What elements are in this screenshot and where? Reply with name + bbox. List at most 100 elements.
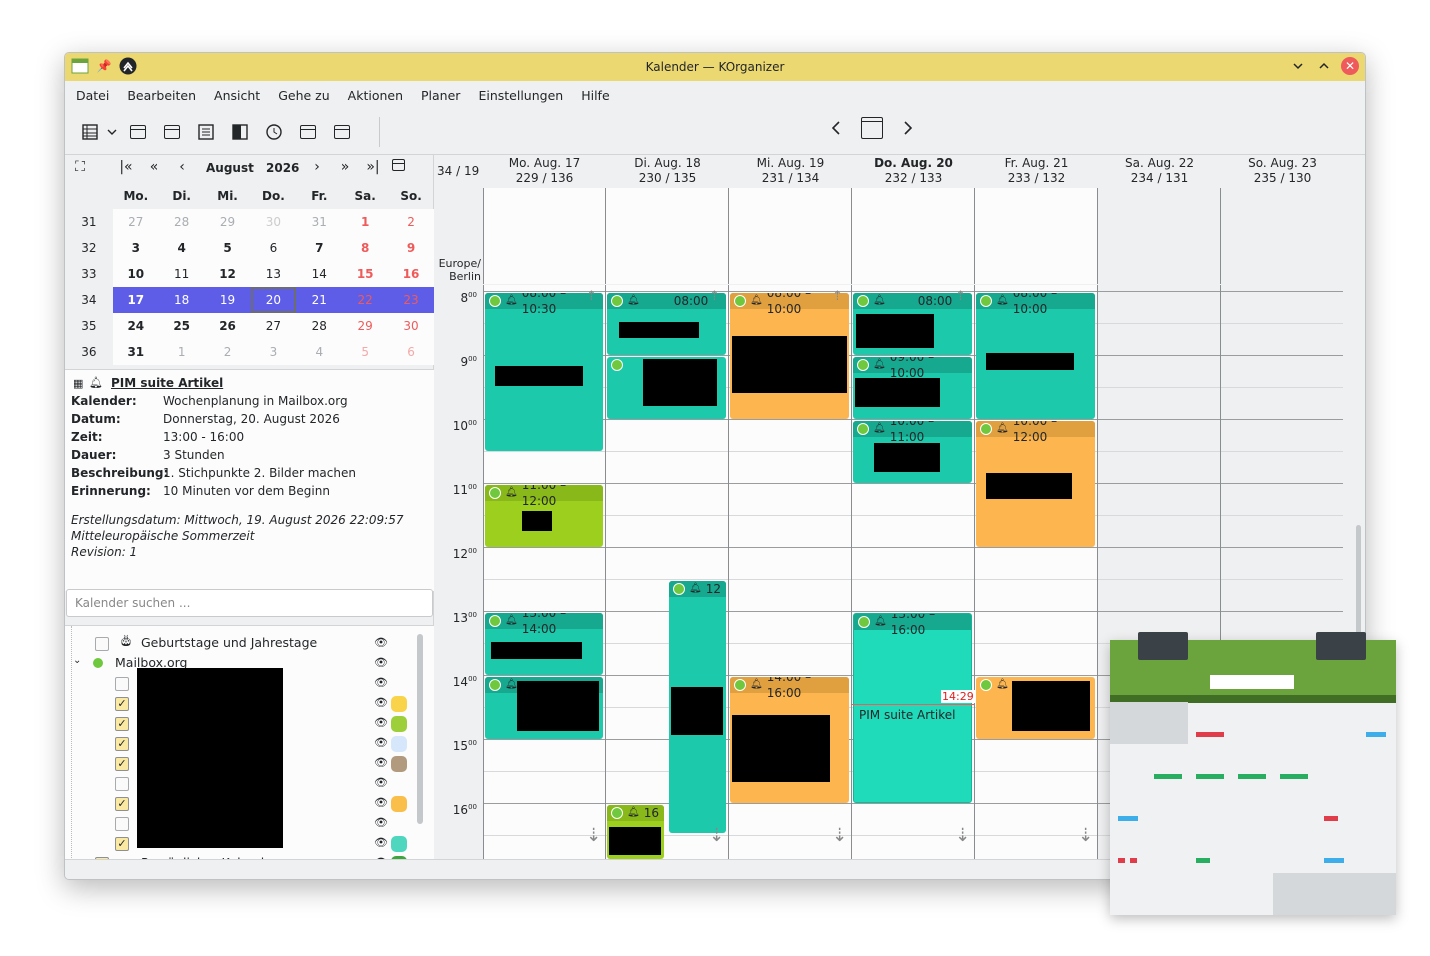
checkbox-checked[interactable]: ✓ [115, 737, 129, 751]
more-events-up-icon[interactable]: ⇡ [709, 289, 720, 304]
day-cell[interactable]: 27 [251, 313, 297, 339]
event[interactable]: 🔔︎ 11:00 – 12:00 [485, 485, 603, 547]
event[interactable]: 🔔︎ 08:00 – 10:00 [976, 293, 1095, 419]
more-events-up-icon[interactable]: ⇡ [586, 289, 597, 304]
day-cell[interactable]: 27 [113, 209, 159, 235]
clock-icon[interactable] [259, 117, 289, 147]
day-header[interactable]: Mo. Aug. 17 229 / 136 [483, 155, 606, 187]
previous-month-icon[interactable]: ‹ [173, 159, 191, 175]
day-cell[interactable]: 26 [205, 313, 251, 339]
year-label[interactable]: 2026 [266, 161, 299, 175]
chevron-down-icon[interactable] [105, 117, 119, 147]
next-month-fast-icon[interactable]: » [336, 159, 354, 175]
menu-bearbeiten[interactable]: Bearbeiten [118, 88, 205, 103]
eye-icon[interactable]: 👁︎ [374, 656, 388, 669]
eye-icon[interactable]: 👁︎ [374, 636, 388, 649]
day-cell[interactable]: 22 [342, 287, 388, 313]
eye-icon[interactable]: 👁︎ [374, 836, 388, 849]
eye-icon[interactable]: 👁︎ [374, 676, 388, 689]
day-cell[interactable]: 4 [159, 235, 205, 261]
day-cell[interactable]: 31 [113, 339, 159, 365]
week-number[interactable]: 31 [65, 209, 113, 235]
checkbox-checked[interactable]: ✓ [115, 757, 129, 771]
more-events-down-icon[interactable]: ⇣ [1078, 825, 1093, 846]
color-swatch[interactable] [391, 836, 407, 852]
maximize-icon[interactable] [1315, 57, 1333, 75]
day-cell[interactable]: 16 [388, 261, 434, 287]
event[interactable]: 🔔︎ 12 [669, 581, 726, 833]
color-swatch[interactable] [391, 736, 407, 752]
calendar-today-icon[interactable] [392, 159, 410, 171]
day-cell[interactable]: 23 [388, 287, 434, 313]
event[interactable]: 🔔︎ 09:00 – 10:00 [853, 357, 972, 419]
day-cell[interactable]: 2 [388, 209, 434, 235]
event-title-link[interactable]: PIM suite Artikel [111, 376, 428, 390]
day-cell[interactable]: 19 [205, 287, 251, 313]
month-view-icon[interactable] [123, 117, 153, 147]
day-cell[interactable]: 18 [159, 287, 205, 313]
eye-icon[interactable]: 👁︎ [374, 716, 388, 729]
event[interactable]: 🔔︎ 08:00 – 10:30 [485, 293, 603, 451]
checkbox[interactable] [115, 777, 129, 791]
eye-icon[interactable]: 👁︎ [374, 736, 388, 749]
day-cell[interactable]: 31 [296, 209, 342, 235]
day-cell[interactable]: 15 [342, 261, 388, 287]
day-cell[interactable]: 5 [342, 339, 388, 365]
checkbox-checked[interactable]: ✓ [115, 837, 129, 851]
week-number[interactable]: 33 [65, 261, 113, 287]
day-cell[interactable]: 29 [342, 313, 388, 339]
day-cell[interactable]: 29 [205, 209, 251, 235]
menu-planer[interactable]: Planer [412, 88, 469, 103]
day-header[interactable]: So. Aug. 23 235 / 130 [1221, 155, 1344, 187]
day-cell[interactable]: 28 [159, 209, 205, 235]
menu-gehe-zu[interactable]: Gehe zu [269, 88, 338, 103]
day-cell[interactable]: 13 [251, 261, 297, 287]
menu-aktionen[interactable]: Aktionen [339, 88, 412, 103]
day-cell[interactable]: 24 [113, 313, 159, 339]
menu-hilfe[interactable]: Hilfe [572, 88, 618, 103]
today-cell[interactable]: 20 [250, 287, 297, 313]
event[interactable]: 🔔︎ 14:00 – 16:00 [730, 677, 849, 803]
more-events-up-icon[interactable]: ⇡ [955, 289, 966, 304]
menu-ansicht[interactable]: Ansicht [205, 88, 269, 103]
event[interactable]: 🔔︎ 16 [607, 805, 664, 859]
more-events-down-icon[interactable]: ⇣ [955, 825, 970, 846]
month-label[interactable]: August [206, 161, 254, 175]
day-header[interactable]: Sa. Aug. 22 234 / 131 [1098, 155, 1221, 187]
menu-einstellungen[interactable]: Einstellungen [469, 88, 572, 103]
more-events-down-icon[interactable]: ⇣ [709, 825, 724, 846]
day-header[interactable]: Mi. Aug. 19 231 / 134 [729, 155, 852, 187]
day-cell[interactable]: 7 [296, 235, 342, 261]
week-view-icon[interactable] [157, 117, 187, 147]
day-cell[interactable]: 9 [388, 235, 434, 261]
checkbox-checked[interactable]: ✓ [115, 697, 129, 711]
day-cell[interactable]: 30 [251, 209, 297, 235]
calendar-item-birthdays[interactable]: 🎂︎ Geburtstage und Jahrestage 👁︎ [65, 634, 425, 654]
day-cell[interactable]: 6 [251, 235, 297, 261]
next-month-icon[interactable]: › [308, 159, 326, 175]
next-icon[interactable] [897, 117, 919, 139]
day-cell[interactable]: 10 [113, 261, 159, 287]
day-cell[interactable]: 5 [205, 235, 251, 261]
previous-year-icon[interactable]: |« [117, 159, 135, 175]
event[interactable]: 🔔︎ [976, 677, 1095, 739]
menu-datei[interactable]: Datei [67, 88, 118, 103]
eye-icon[interactable]: 👁︎ [374, 696, 388, 709]
day-cell[interactable]: 1 [159, 339, 205, 365]
fit-icon[interactable]: ⛶ [71, 159, 89, 175]
timeline-view-icon[interactable] [225, 117, 255, 147]
day-cell[interactable]: 4 [296, 339, 342, 365]
more-events-down-icon[interactable]: ⇣ [586, 825, 601, 846]
day-cell[interactable]: 28 [296, 313, 342, 339]
week-number[interactable]: 32 [65, 235, 113, 261]
week-number[interactable]: 35 [65, 313, 113, 339]
eye-icon[interactable]: 👁︎ [374, 756, 388, 769]
color-swatch[interactable] [391, 756, 407, 772]
day-cell[interactable]: 17 [113, 287, 159, 313]
eye-icon[interactable]: 👁︎ [374, 776, 388, 789]
previous-icon[interactable] [825, 117, 847, 139]
next-year-icon[interactable]: »| [364, 159, 382, 175]
day-header[interactable]: Di. Aug. 18 230 / 135 [606, 155, 729, 187]
day-cell[interactable]: 1 [342, 209, 388, 235]
previous-month-fast-icon[interactable]: « [145, 159, 163, 175]
